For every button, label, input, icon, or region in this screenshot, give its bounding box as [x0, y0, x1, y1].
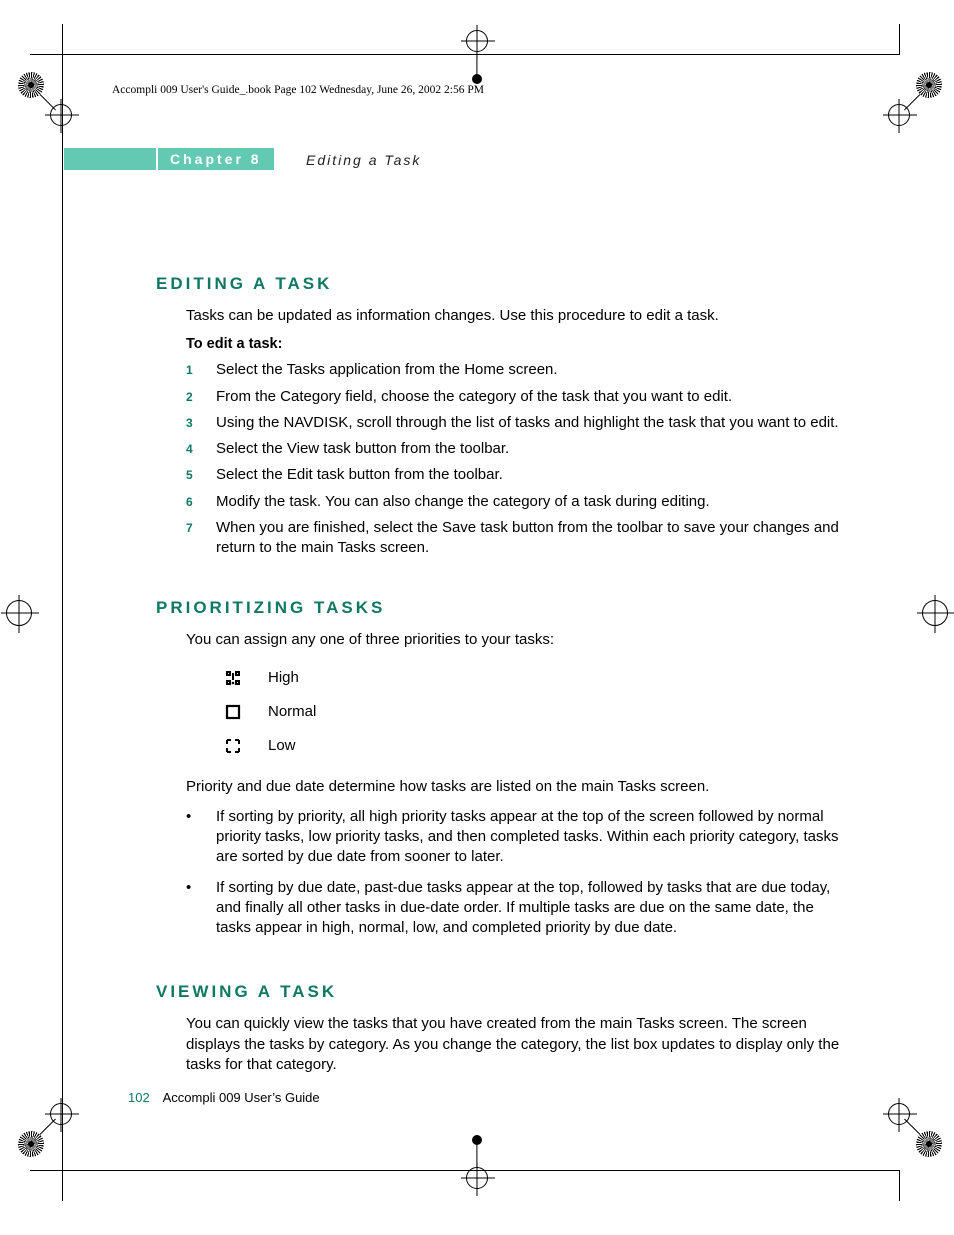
step-text: Select the Tasks application from the Ho… [216, 360, 850, 380]
crop-tick [62, 1171, 63, 1201]
section-heading-prioritizing: PRIORITIZING TASKS [156, 598, 850, 618]
step-item: 5Select the Edit task button from the to… [186, 465, 850, 485]
priority-normal-icon [224, 704, 268, 720]
section-intro: You can assign any one of three prioriti… [186, 630, 850, 650]
registration-mark-icon [461, 26, 493, 82]
priority-row-low: Low [224, 729, 850, 763]
crop-tick [62, 24, 63, 54]
step-item: 7When you are finished, select the Save … [186, 518, 850, 559]
priority-row-high: High [224, 661, 850, 695]
procedure-lead: To edit a task: [186, 336, 850, 352]
priority-list: High Normal Low [224, 661, 850, 763]
priority-label: Normal [268, 703, 316, 720]
section-text: Priority and due date determine how task… [186, 777, 850, 797]
book-title: Accompli 009 User’s Guide [163, 1090, 320, 1105]
registration-mark-icon [888, 1103, 942, 1157]
registration-cross-icon [922, 600, 952, 630]
crop-tick [30, 1170, 62, 1171]
step-item: 3Using the NAVDISK, scroll through the l… [186, 413, 850, 433]
priority-high-icon [224, 670, 268, 686]
page-number: 102 [128, 1090, 150, 1105]
bullet-item: If sorting by due date, past-due tasks a… [186, 878, 850, 939]
section-heading-viewing: VIEWING A TASK [156, 982, 850, 1002]
priority-low-icon [224, 738, 268, 754]
crop-tick [899, 24, 900, 54]
registration-mark-icon [461, 1137, 493, 1193]
procedure-steps: 1Select the Tasks application from the H… [186, 360, 850, 558]
step-text: From the Category field, choose the cate… [216, 387, 850, 407]
step-item: 1Select the Tasks application from the H… [186, 360, 850, 380]
section-intro: Tasks can be updated as information chan… [186, 306, 850, 326]
section-intro: You can quickly view the tasks that you … [186, 1014, 850, 1075]
crop-tick [30, 54, 62, 55]
priority-row-normal: Normal [224, 695, 850, 729]
step-item: 6Modify the task. You can also change th… [186, 492, 850, 512]
section-heading-editing: EDITING A TASK [156, 274, 850, 294]
chapter-label: Chapter 8 [158, 148, 274, 170]
step-text: Select the View task button from the too… [216, 439, 850, 459]
registration-mark-icon [18, 72, 72, 126]
step-text: Using the NAVDISK, scroll through the li… [216, 413, 850, 433]
crop-line [62, 54, 63, 1171]
chapter-strip [64, 148, 156, 170]
registration-cross-icon [6, 600, 36, 630]
step-text: Select the Edit task button from the too… [216, 465, 850, 485]
step-item: 4Select the View task button from the to… [186, 439, 850, 459]
bullet-item: If sorting by priority, all high priorit… [186, 807, 850, 868]
priority-label: Low [268, 737, 296, 754]
registration-mark-icon [888, 72, 942, 126]
page-footer: 102 Accompli 009 User’s Guide [128, 1090, 320, 1105]
crop-tick [899, 1171, 900, 1201]
document-meta-header: Accompli 009 User's Guide_.book Page 102… [112, 84, 484, 96]
bullet-text: If sorting by due date, past-due tasks a… [216, 878, 850, 939]
registration-mark-icon [18, 1103, 72, 1157]
step-text: When you are finished, select the Save t… [216, 518, 850, 559]
step-text: Modify the task. You can also change the… [216, 492, 850, 512]
priority-label: High [268, 669, 299, 686]
chapter-title: Editing a Task [306, 152, 421, 168]
bullet-list: If sorting by priority, all high priorit… [186, 807, 850, 939]
bullet-text: If sorting by priority, all high priorit… [216, 807, 850, 868]
step-item: 2From the Category field, choose the cat… [186, 387, 850, 407]
